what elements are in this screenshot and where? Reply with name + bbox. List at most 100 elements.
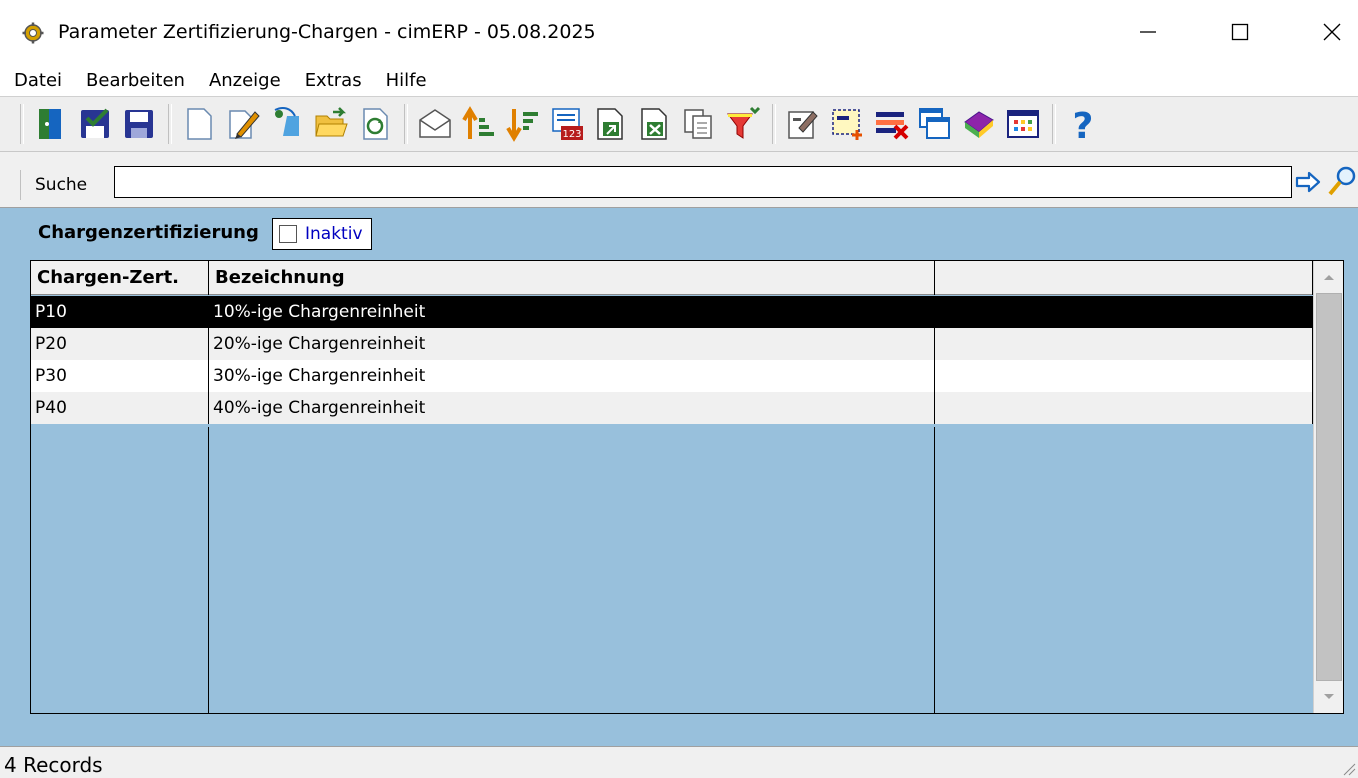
minimize-button[interactable]: [1102, 0, 1194, 64]
add-field-icon: [832, 109, 862, 140]
toolbar-separator: [1052, 104, 1056, 144]
documents-icon: [684, 109, 712, 139]
envelope-icon: [419, 109, 451, 138]
cell-code: P20: [31, 328, 209, 360]
toolbar-separator: [168, 104, 172, 144]
scroll-down-button[interactable]: [1316, 683, 1342, 711]
save-close-button[interactable]: [74, 102, 116, 146]
windows-button[interactable]: [914, 102, 956, 146]
arrow-right-icon[interactable]: [1294, 168, 1322, 196]
add-field-button[interactable]: [826, 102, 868, 146]
refresh-button[interactable]: [354, 102, 396, 146]
search-input[interactable]: [114, 166, 1292, 198]
maximize-button[interactable]: [1194, 0, 1286, 64]
book-icon: [964, 111, 994, 138]
delete-field-button[interactable]: [870, 102, 912, 146]
columns-button[interactable]: [1002, 102, 1044, 146]
toolbar-separator: [404, 104, 408, 144]
number-list-icon: 123: [552, 108, 583, 140]
toolbar-separator: [772, 104, 776, 144]
column-header-chargen-zert[interactable]: Chargen-Zert.: [31, 261, 209, 295]
sort-ascending-button[interactable]: [458, 102, 500, 146]
inaktiv-label: Inaktiv: [305, 224, 363, 244]
menu-anzeige[interactable]: Anzeige: [209, 70, 281, 91]
sort-descending-button[interactable]: [502, 102, 544, 146]
search-label: Suche: [20, 170, 108, 200]
filter-button[interactable]: [722, 102, 764, 146]
excel-export-button[interactable]: [634, 102, 676, 146]
table-row[interactable]: P30 30%-ige Chargenreinheit: [31, 360, 1313, 392]
menu-hilfe[interactable]: Hilfe: [386, 70, 427, 91]
record-count: 4 Records: [4, 753, 103, 777]
export-button[interactable]: [590, 102, 632, 146]
grid-header: Chargen-Zert. Bezeichnung: [31, 261, 1313, 295]
copy-button[interactable]: [266, 102, 308, 146]
close-icon: [1323, 23, 1341, 41]
cell-extra: [935, 328, 1313, 360]
copy-arrow-icon: [274, 107, 299, 136]
cell-bezeichnung: 10%-ige Chargenreinheit: [209, 296, 935, 328]
numbering-button[interactable]: 123: [546, 102, 588, 146]
properties-icon: [788, 111, 818, 139]
cell-extra: [935, 296, 1313, 328]
save-check-icon: [81, 108, 109, 138]
help-question-icon: ?: [1073, 106, 1094, 142]
book-button[interactable]: [958, 102, 1000, 146]
mail-button[interactable]: [414, 102, 456, 146]
table-row[interactable]: P20 20%-ige Chargenreinheit: [31, 328, 1313, 360]
save-button[interactable]: [118, 102, 160, 146]
windows-cascade-icon: [919, 108, 950, 139]
inaktiv-checkbox[interactable]: [279, 225, 297, 243]
toolbar-separator: [20, 104, 24, 144]
cell-bezeichnung: 30%-ige Chargenreinheit: [209, 360, 935, 392]
scroll-up-button[interactable]: [1316, 263, 1342, 291]
exit-button[interactable]: [30, 102, 72, 146]
column-header-bezeichnung[interactable]: Bezeichnung: [209, 261, 935, 295]
svg-text:123: 123: [562, 129, 581, 140]
help-button[interactable]: ?: [1062, 102, 1104, 146]
properties-button[interactable]: [782, 102, 824, 146]
cell-extra: [935, 360, 1313, 392]
chevron-up-icon: [1324, 275, 1334, 280]
column-divider: [208, 427, 209, 713]
sort-ascending-icon: [462, 106, 494, 139]
inaktiv-checkbox-group[interactable]: Inaktiv: [272, 218, 372, 250]
status-bar: 4 Records: [0, 746, 1358, 778]
column-header-empty[interactable]: [935, 261, 1313, 295]
menu-extras[interactable]: Extras: [305, 70, 362, 91]
export-icon: [597, 108, 623, 140]
menu-bar: Datei Bearbeiten Anzeige Extras Hilfe: [0, 64, 1358, 96]
delete-field-icon: [876, 112, 909, 140]
chevron-down-icon: [1324, 694, 1334, 699]
scroll-track[interactable]: [1316, 293, 1342, 681]
menu-bearbeiten[interactable]: Bearbeiten: [86, 70, 185, 91]
vertical-scrollbar[interactable]: [1313, 261, 1343, 713]
cell-bezeichnung: 20%-ige Chargenreinheit: [209, 328, 935, 360]
cell-extra: [935, 392, 1313, 424]
menu-datei[interactable]: Datei: [14, 70, 62, 91]
duplicate-button[interactable]: [678, 102, 720, 146]
gear-icon: [22, 22, 44, 44]
filter-funnel-icon: [727, 106, 761, 139]
excel-icon: [641, 108, 667, 140]
cell-code: P40: [31, 392, 209, 424]
close-button[interactable]: [1286, 0, 1358, 64]
edit-button[interactable]: [222, 102, 264, 146]
new-button[interactable]: [178, 102, 220, 146]
refresh-icon: [363, 108, 388, 140]
folder-open-icon: [315, 107, 348, 137]
title-bar: Parameter Zertifizierung-Chargen - cimER…: [0, 0, 1358, 64]
resize-grip-icon[interactable]: [1340, 760, 1356, 776]
save-icon: [125, 110, 153, 138]
column-divider: [934, 427, 935, 713]
svg-text:?: ?: [1073, 106, 1094, 142]
maximize-icon: [1231, 23, 1249, 41]
section-label: Chargenzertifizierung: [38, 222, 259, 243]
magnifier-icon[interactable]: [1326, 164, 1358, 198]
open-button[interactable]: [310, 102, 352, 146]
table-row[interactable]: P10 10%-ige Chargenreinheit: [31, 296, 1313, 328]
window-title: Parameter Zertifizierung-Chargen - cimER…: [58, 21, 596, 43]
data-grid: Chargen-Zert. Bezeichnung P10 10%-ige Ch…: [30, 260, 1344, 714]
table-row[interactable]: P40 40%-ige Chargenreinheit: [31, 392, 1313, 424]
edit-pencil-icon: [229, 110, 260, 139]
